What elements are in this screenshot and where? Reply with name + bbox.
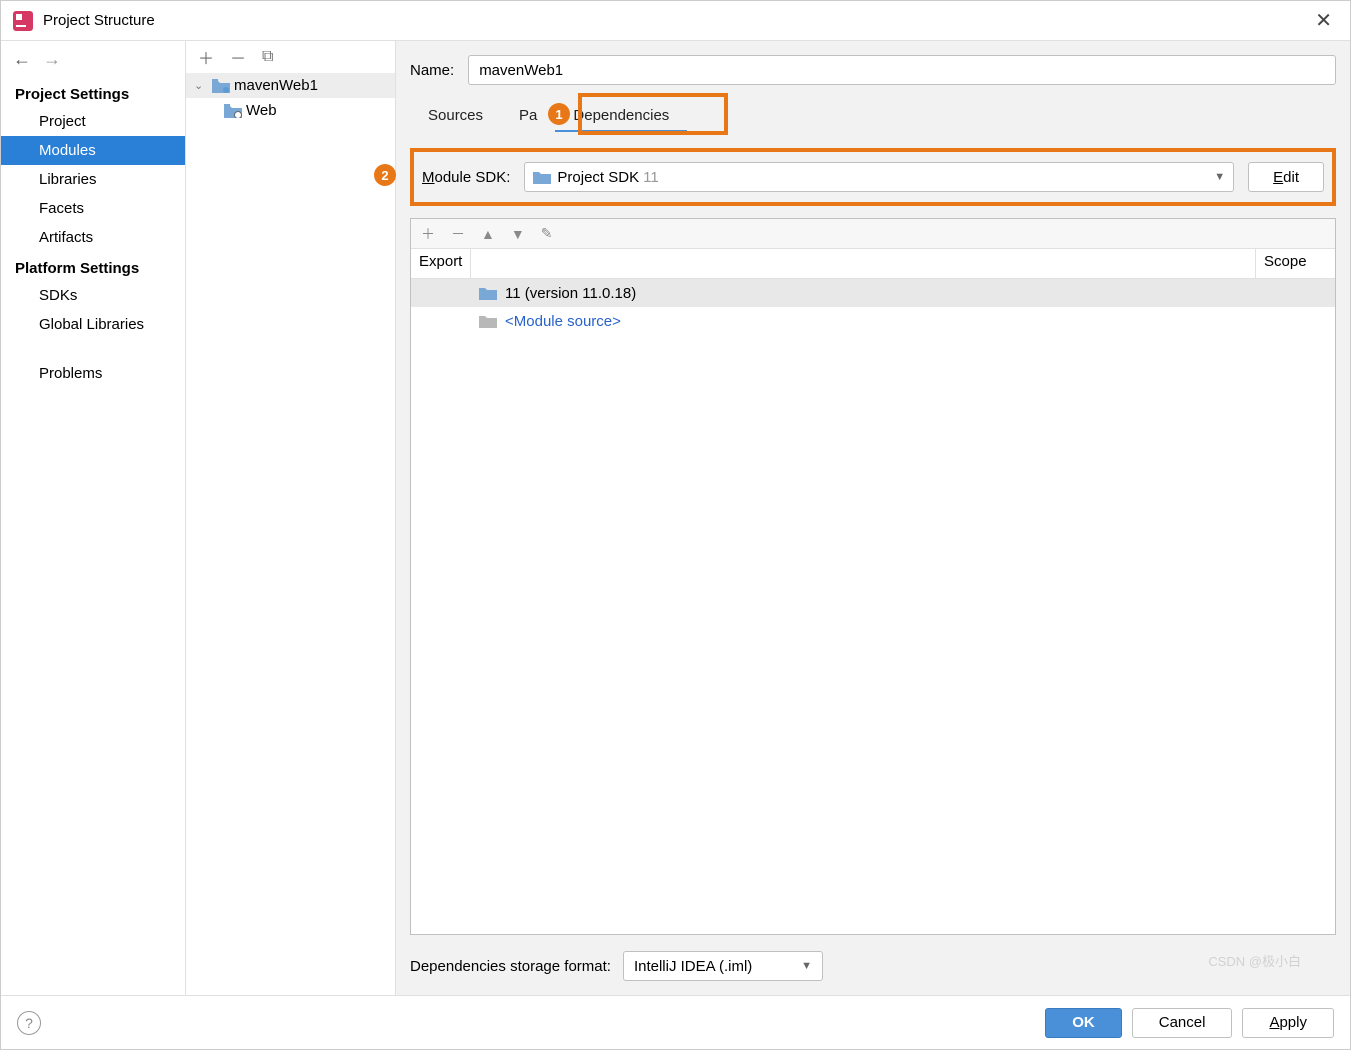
add-icon[interactable]: ＋ (198, 45, 214, 69)
help-icon[interactable]: ? (17, 1011, 41, 1035)
main-panel: Name: Sources Pa Dependencies 1 2 Module… (396, 41, 1350, 995)
tree-root-module[interactable]: ⌄ mavenWeb1 (186, 73, 395, 98)
nav-item-problems[interactable]: Problems (1, 359, 185, 388)
tab-paths[interactable]: Pa (501, 101, 555, 132)
section-title-project-settings: Project Settings (1, 78, 185, 107)
edit-icon[interactable]: ✎ (541, 225, 553, 242)
window-title: Project Structure (43, 12, 1309, 29)
chevron-down-icon: ▼ (801, 960, 812, 972)
annotation-badge-1: 1 (548, 103, 570, 125)
app-icon (13, 11, 33, 31)
storage-select[interactable]: IntelliJ IDEA (.iml) ▼ (623, 951, 823, 981)
nav-item-project[interactable]: Project (1, 107, 185, 136)
sidebar: ← → Project Settings Project Modules Lib… (1, 41, 186, 995)
cancel-button[interactable]: Cancel (1132, 1008, 1233, 1038)
nav-item-facets[interactable]: Facets (1, 194, 185, 223)
module-sdk-select[interactable]: Project SDK 11 ▼ (524, 162, 1234, 192)
edit-button[interactable]: Edit (1248, 162, 1324, 192)
module-sdk-label: Module SDK: (422, 169, 510, 186)
folder-icon (212, 79, 230, 93)
dependencies-list: ＋ － ▲ ▼ ✎ Export Scope 11 (version 11.0.… (410, 218, 1336, 935)
nav-item-global-libraries[interactable]: Global Libraries (1, 310, 185, 339)
move-down-icon[interactable]: ▼ (511, 226, 525, 242)
tree-item-web[interactable]: Web (186, 98, 395, 123)
folder-icon (533, 170, 551, 184)
expand-icon[interactable]: ⌄ (194, 79, 208, 92)
close-icon[interactable]: ✕ (1309, 8, 1338, 33)
nav-item-modules[interactable]: Modules (1, 136, 185, 165)
nav-item-sdks[interactable]: SDKs (1, 281, 185, 310)
web-icon (224, 104, 242, 118)
folder-icon (479, 286, 497, 300)
tab-dependencies[interactable]: Dependencies (555, 101, 687, 132)
nav-item-libraries[interactable]: Libraries (1, 165, 185, 194)
copy-icon[interactable]: ⧉ (262, 48, 273, 66)
dep-row-sdk[interactable]: 11 (version 11.0.18) (411, 279, 1335, 307)
name-label: Name: (410, 62, 454, 79)
nav-forward-icon[interactable]: → (43, 49, 61, 70)
dep-row-module-source[interactable]: <Module source> (411, 307, 1335, 335)
tree-root-label: mavenWeb1 (234, 77, 318, 94)
col-export: Export (411, 249, 471, 278)
nav-back-icon[interactable]: ← (13, 49, 31, 70)
name-input[interactable] (468, 55, 1336, 85)
module-tree: ＋ － ⧉ ⌄ mavenWeb1 Web (186, 41, 396, 995)
col-scope: Scope (1255, 249, 1335, 278)
chevron-down-icon: ▼ (1214, 171, 1225, 183)
move-up-icon[interactable]: ▲ (481, 226, 495, 242)
storage-label: Dependencies storage format: (410, 958, 611, 975)
tree-item-label: Web (246, 102, 277, 119)
add-icon[interactable]: ＋ (421, 224, 435, 244)
annotation-badge-2: 2 (374, 164, 396, 186)
nav-item-artifacts[interactable]: Artifacts (1, 223, 185, 252)
remove-icon[interactable]: － (451, 224, 465, 244)
annotation-highlight-2: Module SDK: Project SDK 11 ▼ Edit (410, 148, 1336, 206)
tab-sources[interactable]: Sources (410, 101, 501, 132)
ok-button[interactable]: OK (1045, 1008, 1122, 1038)
folder-icon (479, 314, 497, 328)
section-title-platform-settings: Platform Settings (1, 252, 185, 281)
apply-button[interactable]: Apply (1242, 1008, 1334, 1038)
remove-icon[interactable]: － (230, 45, 246, 69)
